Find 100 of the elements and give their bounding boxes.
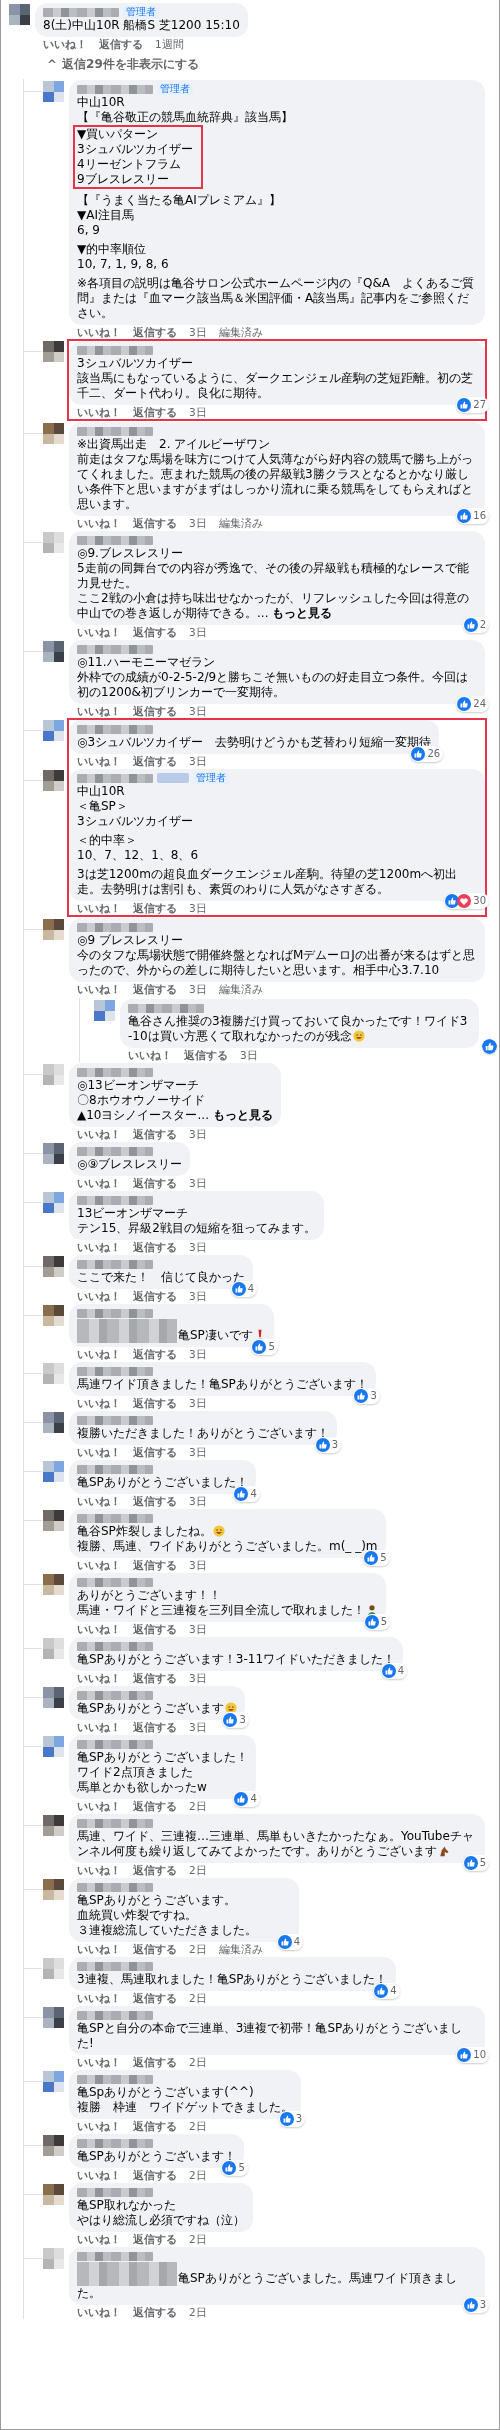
like-link[interactable]: いいね！ xyxy=(77,1494,121,1508)
timestamp[interactable]: 3日 xyxy=(189,1720,207,1734)
timestamp[interactable]: 3日 xyxy=(189,1289,207,1303)
timestamp[interactable]: 3日 xyxy=(189,1396,207,1410)
reply-link[interactable]: 返信する xyxy=(133,1991,177,2005)
like-icon[interactable] xyxy=(354,1389,369,1403)
like-icon[interactable] xyxy=(277,1935,292,1949)
avatar[interactable] xyxy=(9,4,30,25)
like-link[interactable]: いいね！ xyxy=(77,1863,121,1877)
timestamp[interactable]: 2日 xyxy=(189,1942,207,1956)
timestamp[interactable]: 3日 xyxy=(189,325,207,339)
like-link[interactable]: いいね！ xyxy=(77,2305,121,2319)
avatar[interactable] xyxy=(43,1687,64,1708)
avatar[interactable] xyxy=(43,919,64,940)
reply-link[interactable]: 返信する xyxy=(133,704,177,718)
like-link[interactable]: いいね！ xyxy=(77,901,121,915)
timestamp[interactable]: 3日 xyxy=(189,1622,207,1636)
avatar[interactable] xyxy=(43,1412,64,1433)
avatar[interactable] xyxy=(43,770,64,791)
like-icon[interactable] xyxy=(445,894,460,908)
avatar[interactable] xyxy=(43,2007,64,2028)
timestamp[interactable]: 1週間 xyxy=(155,37,184,51)
reaction-count[interactable]: 27 xyxy=(456,397,489,413)
reaction-count[interactable]: 16 xyxy=(456,508,489,524)
avatar[interactable] xyxy=(43,1736,64,1757)
reply-link[interactable]: 返信する xyxy=(133,1347,177,1361)
timestamp[interactable]: 3日 xyxy=(189,1558,207,1572)
reaction-count[interactable]: 3 xyxy=(462,2297,489,2313)
avatar[interactable] xyxy=(43,81,64,102)
timestamp[interactable]: 2日 xyxy=(189,2168,207,2182)
avatar[interactable] xyxy=(43,2184,64,2205)
like-link[interactable]: いいね！ xyxy=(77,1799,121,1813)
like-link[interactable]: いいね！ xyxy=(77,405,121,419)
reply-link[interactable]: 返信する xyxy=(133,1720,177,1734)
reply-link[interactable]: 返信する xyxy=(133,1799,177,1813)
reply-link[interactable]: 返信する xyxy=(133,2232,177,2246)
reply-link[interactable]: 返信する xyxy=(133,2168,177,2182)
like-link[interactable]: いいね！ xyxy=(77,1720,121,1734)
like-icon[interactable] xyxy=(279,2112,294,2126)
reply-link[interactable]: 返信する xyxy=(133,405,177,419)
timestamp[interactable]: 3日 xyxy=(240,1048,258,1062)
like-icon[interactable] xyxy=(457,2048,472,2062)
like-icon[interactable] xyxy=(234,1487,249,1501)
timestamp[interactable]: 2日 xyxy=(189,1799,207,1813)
like-icon[interactable] xyxy=(463,2298,478,2312)
like-icon[interactable] xyxy=(411,747,426,761)
timestamp[interactable]: 3日 xyxy=(189,1347,207,1361)
avatar[interactable] xyxy=(94,1000,115,1021)
avatar[interactable] xyxy=(43,2071,64,2092)
like-icon[interactable] xyxy=(463,1856,478,1870)
timestamp[interactable]: 2日 xyxy=(189,2232,207,2246)
reply-link[interactable]: 返信する xyxy=(133,2305,177,2319)
like-icon[interactable] xyxy=(482,1039,497,1054)
timestamp[interactable]: 2日 xyxy=(189,2305,207,2319)
reaction-count[interactable]: 3 xyxy=(353,1388,380,1404)
like-link[interactable]: いいね！ xyxy=(77,1991,121,2005)
like-link[interactable]: いいね！ xyxy=(77,704,121,718)
like-link[interactable]: いいね！ xyxy=(77,325,121,339)
like-link[interactable]: いいね！ xyxy=(77,2232,121,2246)
reaction-count[interactable]: 5 xyxy=(251,1339,278,1355)
like-link[interactable]: いいね！ xyxy=(128,1048,172,1062)
reply-link[interactable]: 返信する xyxy=(133,1396,177,1410)
avatar[interactable] xyxy=(43,1192,64,1213)
like-link[interactable]: いいね！ xyxy=(77,1671,121,1685)
like-link[interactable]: いいね！ xyxy=(77,754,121,768)
timestamp[interactable]: 3日 xyxy=(189,901,207,915)
reply-link[interactable]: 返信する xyxy=(133,1445,177,1459)
reply-link[interactable]: 返信する xyxy=(133,516,177,530)
reaction-count[interactable]: 24 xyxy=(456,696,489,712)
like-icon[interactable] xyxy=(223,1713,238,1727)
like-link[interactable]: いいね！ xyxy=(77,1558,121,1572)
see-more-link[interactable]: もっと見る xyxy=(272,606,333,620)
like-link[interactable]: いいね！ xyxy=(77,1127,121,1141)
avatar[interactable] xyxy=(43,1143,64,1164)
reply-link[interactable]: 返信する xyxy=(133,625,177,639)
like-icon[interactable] xyxy=(457,697,472,711)
reaction-count[interactable]: 5 xyxy=(221,2160,248,2176)
timestamp[interactable]: 3日 xyxy=(189,405,207,419)
like-icon[interactable] xyxy=(463,618,478,632)
reply-link[interactable]: 返信する xyxy=(184,1048,228,1062)
reply-link[interactable]: 返信する xyxy=(133,1671,177,1685)
reply-link[interactable]: 返信する xyxy=(133,1240,177,1254)
like-link[interactable]: いいね！ xyxy=(77,1622,121,1636)
timestamp[interactable]: 3日 xyxy=(189,516,207,530)
avatar[interactable] xyxy=(43,1510,64,1531)
reaction-count[interactable]: 3 xyxy=(222,1712,249,1728)
timestamp[interactable]: 3日 xyxy=(189,754,207,768)
avatar[interactable] xyxy=(43,1256,64,1277)
reaction-count[interactable]: 4 xyxy=(233,1791,260,1807)
timestamp[interactable]: 3日 xyxy=(189,1445,207,1459)
avatar[interactable] xyxy=(43,1815,64,1836)
reaction-count[interactable]: 26 xyxy=(410,746,444,762)
like-link[interactable]: いいね！ xyxy=(43,37,87,51)
timestamp[interactable]: 3日 xyxy=(189,1671,207,1685)
timestamp[interactable]: 3日 xyxy=(189,1494,207,1508)
reaction-count[interactable]: 2 xyxy=(462,617,489,633)
timestamp[interactable]: 2日 xyxy=(189,2055,207,2069)
avatar[interactable] xyxy=(43,1461,64,1482)
avatar[interactable] xyxy=(43,720,64,741)
avatar[interactable] xyxy=(43,1879,64,1900)
